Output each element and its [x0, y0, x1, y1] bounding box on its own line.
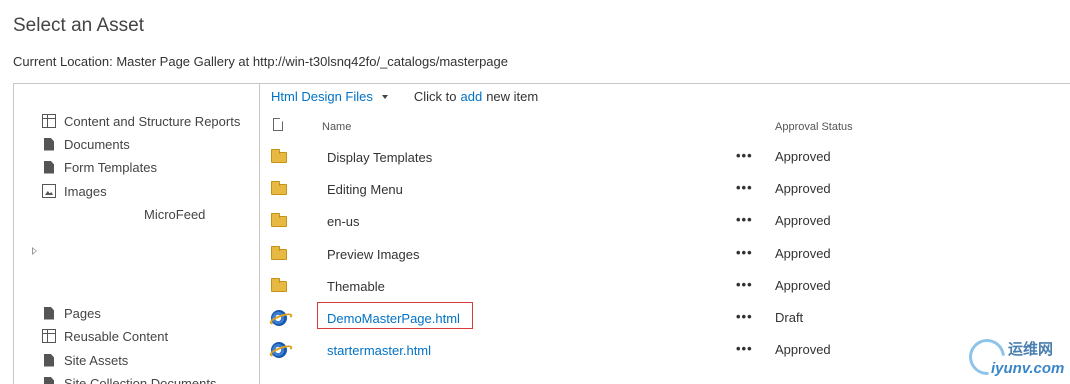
folder-icon [271, 278, 287, 292]
item-name[interactable]: Themable [327, 279, 385, 294]
list-item[interactable]: Editing Menu ••• Approved [271, 178, 971, 202]
item-name[interactable]: Editing Menu [327, 182, 403, 197]
approval-status: Draft [775, 310, 804, 325]
list-item[interactable]: en-us ••• Approved [271, 210, 971, 234]
item-menu-button[interactable]: ••• [736, 245, 753, 260]
document-icon [44, 137, 54, 151]
nav-item-site-assets[interactable]: Site Assets [42, 350, 128, 370]
file-type-header-icon[interactable] [273, 118, 283, 131]
nav-item-pages[interactable]: Pages [42, 303, 101, 323]
chevron-down-icon[interactable] [381, 94, 388, 99]
asset-picker-panel: Content and Structure Reports Documents … [13, 83, 1070, 384]
folder-icon [271, 246, 287, 260]
item-name[interactable]: Display Templates [327, 150, 432, 165]
list-item[interactable]: Themable ••• Approved [271, 275, 971, 299]
item-menu-button[interactable]: ••• [736, 277, 753, 292]
item-menu-button[interactable]: ••• [736, 180, 753, 195]
item-menu-button[interactable]: ••• [736, 309, 753, 324]
folder-icon [271, 181, 287, 195]
file-list: Html Design Files Click to add new item … [271, 84, 1070, 384]
nav-item-content-and-structure-reports[interactable]: Content and Structure Reports [42, 111, 240, 131]
watermark: 运维网 iyunv.com [961, 331, 1070, 384]
nav-item-site-collection-documents[interactable]: Site Collection Documents [42, 373, 216, 384]
list-toolbar: Html Design Files Click to add new item [271, 89, 538, 104]
item-name[interactable]: startermaster.html [327, 343, 431, 358]
nav-item-label: Site Collection Documents [64, 375, 217, 384]
folder-icon [271, 149, 287, 163]
add-new-item-link[interactable]: add [460, 89, 482, 104]
add-suffix-text: new item [486, 89, 539, 104]
watermark-text-bottom: iyunv.com [991, 360, 1065, 377]
list-item[interactable]: Preview Images ••• Approved [271, 243, 971, 267]
document-icon [44, 376, 54, 384]
item-menu-button[interactable]: ••• [736, 212, 753, 227]
html-file-icon [271, 342, 287, 358]
list-item[interactable]: Display Templates ••• Approved [271, 146, 971, 170]
nav-item-reusable-content[interactable]: Reusable Content [42, 326, 168, 346]
list-item[interactable]: DemoMasterPage.html ••• Draft [271, 302, 971, 331]
nav-item-images[interactable]: Images [42, 181, 107, 201]
image-icon [42, 184, 56, 198]
nav-item-form-templates[interactable]: Form Templates [42, 157, 157, 177]
item-name[interactable]: DemoMasterPage.html [327, 311, 460, 326]
nav-item-label: Site Assets [64, 352, 129, 368]
approval-status: Approved [775, 149, 831, 164]
approval-status: Approved [775, 278, 831, 293]
approval-status: Approved [775, 213, 831, 228]
nav-item-microfeed[interactable]: MicroFeed [144, 207, 205, 222]
watermark-text-top: 运维网 [1008, 341, 1054, 358]
nav-item-label: Reusable Content [64, 328, 169, 344]
nav-item-label: Documents [64, 136, 130, 152]
column-header-name[interactable]: Name [322, 121, 351, 133]
item-menu-button[interactable]: ••• [736, 148, 753, 163]
html-file-icon [271, 310, 287, 326]
list-item[interactable]: startermaster.html ••• Approved [271, 339, 971, 363]
view-selector[interactable]: Html Design Files [271, 89, 373, 104]
nav-item-documents[interactable]: Documents [42, 134, 130, 154]
column-header-approval-status[interactable]: Approval Status [775, 121, 853, 133]
nav-item-label: Images [64, 183, 107, 199]
current-location: Current Location: Master Page Gallery at… [13, 54, 508, 69]
approval-status: Approved [775, 342, 831, 357]
nav-item-label: Form Templates [64, 159, 157, 175]
table-icon [42, 329, 56, 343]
document-icon [44, 160, 54, 174]
expand-arrow-icon[interactable] [32, 247, 37, 255]
item-name[interactable]: en-us [327, 214, 360, 229]
page-title: Select an Asset [13, 15, 144, 36]
folder-icon [271, 213, 287, 227]
document-icon [44, 306, 54, 320]
nav-item-label: Pages [64, 305, 101, 321]
approval-status: Approved [775, 181, 831, 196]
item-menu-button[interactable]: ••• [736, 341, 753, 356]
nav-item-label: Content and Structure Reports [64, 113, 241, 129]
document-icon [44, 353, 54, 367]
add-prefix-text: Click to [413, 89, 457, 104]
library-nav: Content and Structure Reports Documents … [14, 84, 260, 384]
item-name[interactable]: Preview Images [327, 247, 419, 262]
approval-status: Approved [775, 246, 831, 261]
table-icon [42, 114, 56, 128]
